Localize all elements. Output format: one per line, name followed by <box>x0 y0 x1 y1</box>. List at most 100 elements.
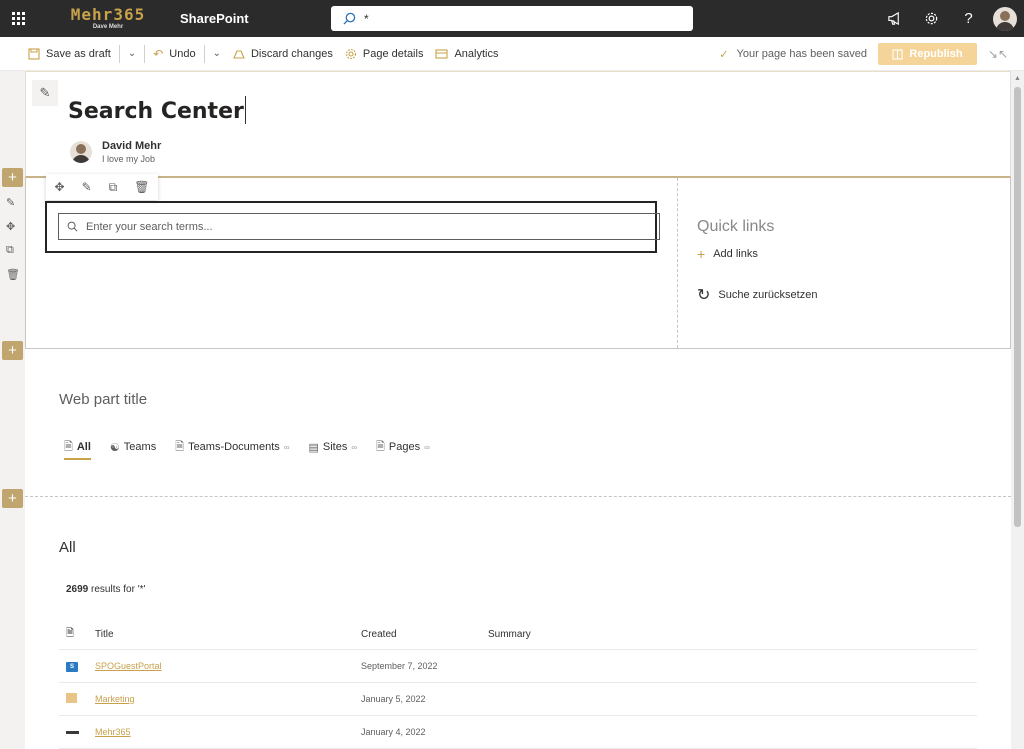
brand-logo-subtitle: Dave Mehr <box>92 24 124 30</box>
column-header-created[interactable]: Created <box>361 629 488 640</box>
collapse-icon[interactable]: ↘↖ <box>988 47 1008 61</box>
brand-logo-text: Mehr365 <box>70 5 146 24</box>
republish-button[interactable]: Republish <box>878 43 977 65</box>
scroll-up-icon[interactable]: ▲ <box>1014 75 1021 82</box>
chevron-down-icon[interactable]: ⌄ <box>122 48 142 59</box>
webpart-toolbar: ✥ ✎ ⧉ 🗑 <box>46 174 158 200</box>
page-details-button[interactable]: Page details <box>339 37 430 71</box>
tab-pages[interactable]: 🗎 Pages ∞ <box>376 435 430 459</box>
suite-search-box[interactable]: * <box>331 6 693 31</box>
result-title-link[interactable]: Mehr365 <box>95 727 131 737</box>
link-icon: ∞ <box>351 442 358 452</box>
edit-icon[interactable]: ✎ <box>82 180 92 194</box>
file-type-icon: 🗎 <box>66 627 75 639</box>
search-input-box[interactable] <box>58 213 660 240</box>
sharepoint-site-icon: S <box>66 662 78 672</box>
user-avatar[interactable] <box>993 6 1017 31</box>
delete-section-icon[interactable]: 🗑 <box>6 268 20 281</box>
webpart-title[interactable]: Web part title <box>59 391 147 408</box>
checkmark-icon: ✓ <box>719 48 729 61</box>
tab-sites[interactable]: ▤ Sites ∞ <box>308 435 357 459</box>
delete-icon[interactable]: 🗑 <box>134 180 149 194</box>
table-header: 🗎 Title Created Summary <box>59 619 977 650</box>
quick-links-title[interactable]: Quick links <box>697 218 774 236</box>
discard-label: Discard changes <box>250 47 333 60</box>
suite-search-query[interactable]: * <box>364 12 369 26</box>
scrollbar-thumb[interactable] <box>1014 87 1021 527</box>
gear-icon[interactable] <box>913 0 950 37</box>
brand-logo[interactable]: Mehr365 Dave Mehr <box>65 6 151 31</box>
republish-label: Republish <box>909 48 963 60</box>
result-title-link[interactable]: Marketing <box>95 694 135 704</box>
author-avatar <box>70 141 92 163</box>
results-count-number: 2699 <box>66 584 89 595</box>
tab-label: Teams <box>123 441 157 453</box>
app-launcher-button[interactable] <box>0 0 37 37</box>
result-title-link[interactable]: SPOGuestPortal <box>95 661 162 671</box>
add-links-button[interactable]: + Add links <box>697 246 758 262</box>
table-row: Mehr365 January 4, 2022 <box>59 716 977 749</box>
title-region[interactable]: ✎ Search Center David Mehr I love my Job <box>25 71 1011 177</box>
teams-icon: ☯ <box>109 441 120 454</box>
undo-label: Undo <box>169 47 196 60</box>
save-draft-label: Save as draft <box>46 47 111 60</box>
plus-icon: + <box>697 246 706 262</box>
section-divider <box>25 496 1011 497</box>
results-count: 2699 results for '*' <box>66 584 145 595</box>
move-icon[interactable]: ✥ <box>55 180 65 194</box>
scrollbar[interactable]: ▲ <box>1011 71 1024 749</box>
search-input[interactable] <box>86 220 606 233</box>
analytics-icon <box>435 48 449 59</box>
undo-button[interactable]: ↶ Undo <box>147 37 201 71</box>
page-icon: 🗎 <box>376 440 385 453</box>
analytics-label: Analytics <box>454 47 499 60</box>
tab-teams-documents[interactable]: 🗎 Teams-Documents ∞ <box>175 435 289 459</box>
page-details-label: Page details <box>362 47 424 60</box>
help-icon[interactable]: ? <box>950 0 987 37</box>
result-created: September 7, 2022 <box>361 661 438 671</box>
add-section-button[interactable]: + <box>2 168 23 187</box>
megaphone-icon[interactable] <box>876 0 913 37</box>
pencil-icon[interactable]: ✎ <box>32 80 58 106</box>
app-name[interactable]: SharePoint <box>180 11 249 26</box>
edit-section-icon[interactable]: ✎ <box>6 196 15 209</box>
duplicate-section-icon[interactable]: ⧉ <box>6 244 14 257</box>
column-header-summary[interactable]: Summary <box>488 629 977 640</box>
table-row: Marketing January 5, 2022 <box>59 683 977 716</box>
analytics-button[interactable]: Analytics <box>429 37 504 71</box>
tab-label: Pages <box>388 441 421 453</box>
results-count-suffix: results for '*' <box>91 584 146 595</box>
undo-icon: ↶ <box>153 46 164 61</box>
column-header-title[interactable]: Title <box>95 629 361 640</box>
save-draft-button[interactable]: Save as draft <box>22 37 117 71</box>
discard-changes-button[interactable]: Discard changes <box>227 37 339 71</box>
add-section-button[interactable]: + <box>2 489 23 508</box>
command-bar: Save as draft ⌄ ↶ Undo ⌄ Discard changes… <box>0 37 1024 71</box>
tab-teams[interactable]: ☯ Teams <box>110 435 156 459</box>
search-box-webpart <box>45 201 660 253</box>
author-name: David Mehr <box>102 140 162 152</box>
site-logo-icon <box>66 693 77 703</box>
link-icon: ∞ <box>424 442 430 452</box>
search-icon <box>343 12 356 25</box>
reset-search-link[interactable]: ↻ Suche zurücksetzen <box>697 285 817 305</box>
move-section-icon[interactable]: ✥ <box>6 220 15 233</box>
page-title[interactable]: Search Center <box>68 96 246 124</box>
tab-label: All <box>76 441 91 453</box>
separator <box>144 44 146 63</box>
site-icon: ▤ <box>308 441 319 454</box>
document-icon: 🗎 <box>175 440 185 453</box>
search-icon <box>67 221 78 232</box>
duplicate-icon[interactable]: ⧉ <box>109 180 118 195</box>
add-section-button[interactable]: + <box>2 341 23 360</box>
brand-logo-icon <box>66 731 79 735</box>
results-title: All <box>59 539 76 556</box>
search-verticals: 🗎 All ☯ Teams 🗎 Teams-Documents ∞ ▤ Site… <box>64 435 430 460</box>
save-status: ✓ Your page has been saved <box>719 37 867 71</box>
suite-actions: ? <box>876 0 1024 37</box>
reset-search-label: Suche zurücksetzen <box>718 289 818 301</box>
author-byline: David Mehr I love my Job <box>70 140 161 164</box>
tab-all[interactable]: 🗎 All <box>64 435 91 460</box>
chevron-down-icon[interactable]: ⌄ <box>207 48 227 59</box>
discard-icon <box>233 49 245 59</box>
